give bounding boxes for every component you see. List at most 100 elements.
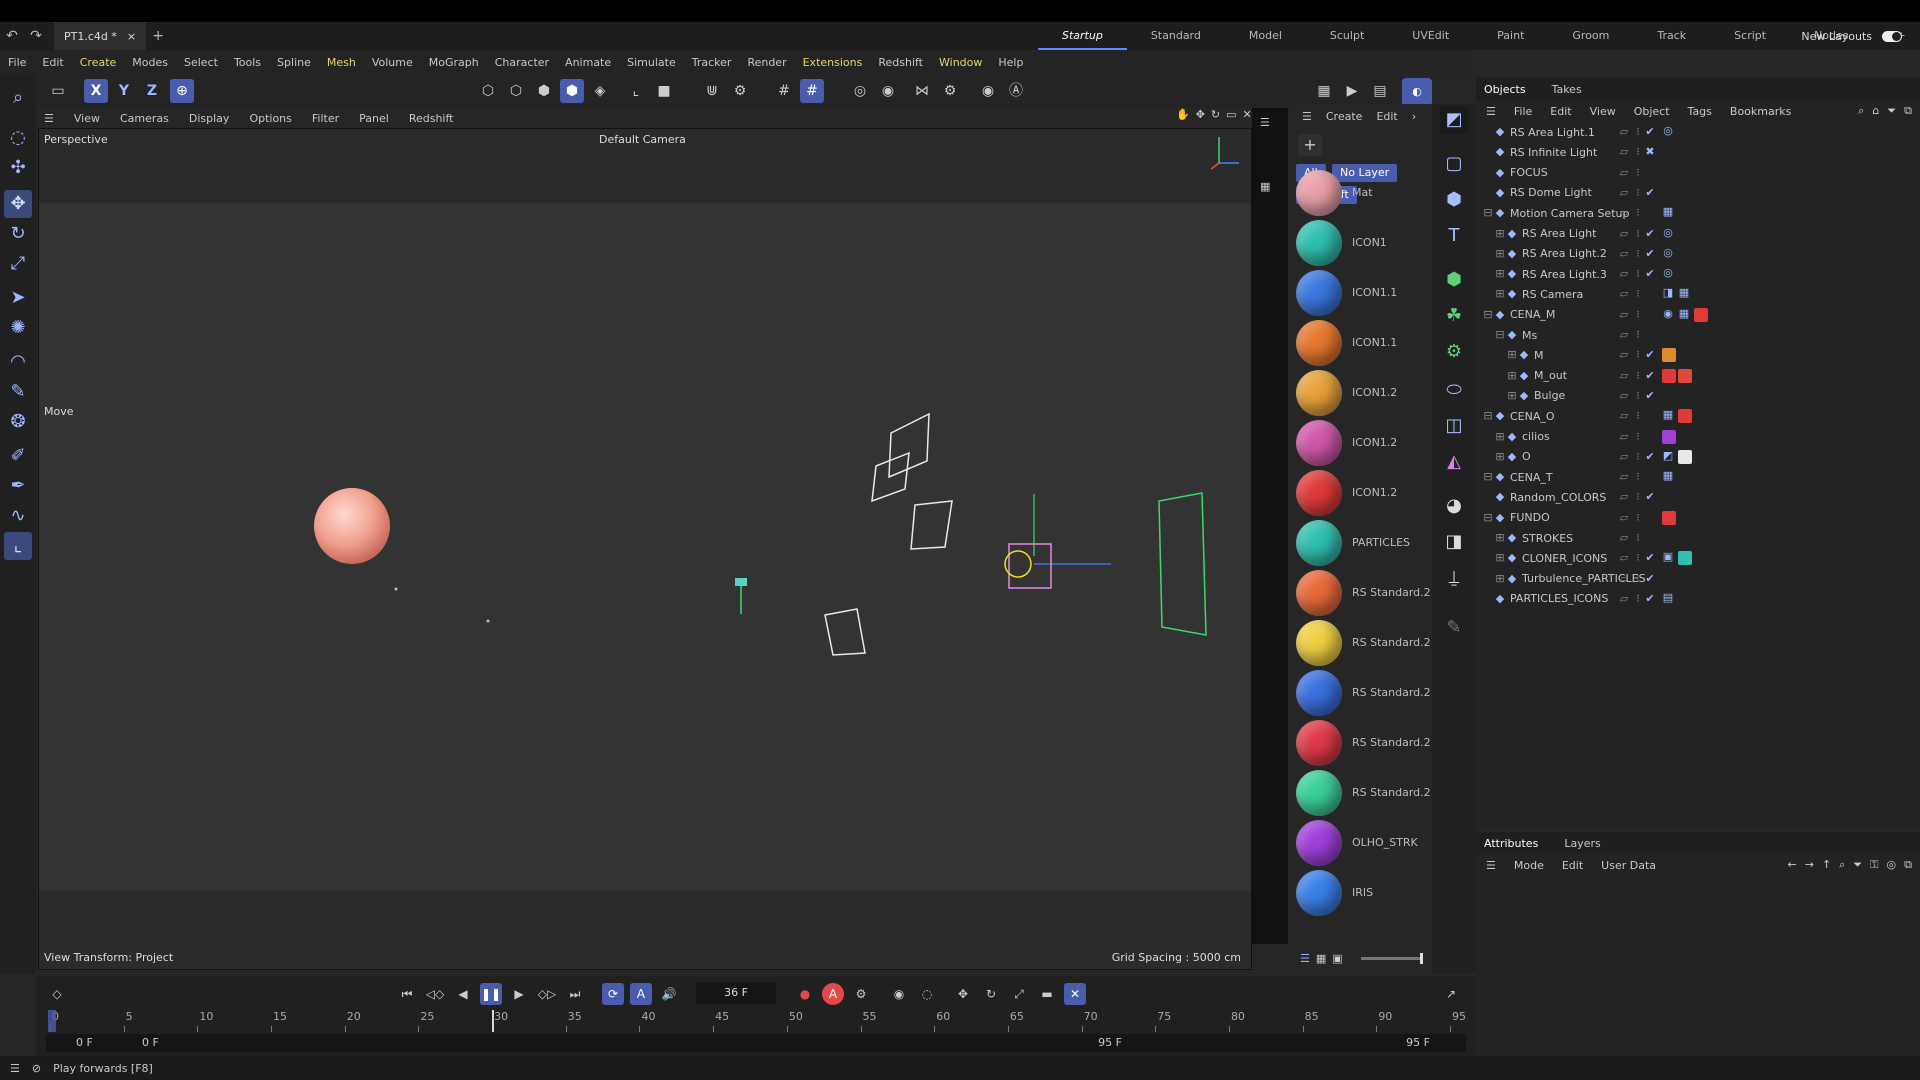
maximize-view-icon[interactable]: ▭ [1226, 108, 1236, 121]
snap-tool-icon[interactable]: ✺ [4, 314, 32, 342]
autokey-record-icon[interactable]: A [822, 983, 844, 1005]
frame-range-bar[interactable]: 0 F 0 F 95 F 95 F [46, 1034, 1466, 1052]
expand-icon[interactable]: ⊞ [1494, 268, 1506, 280]
objects-menu-icon[interactable]: ☰ [1486, 105, 1496, 118]
layer-icon[interactable]: ▱ [1618, 369, 1630, 382]
layout-tab-startup[interactable]: Startup [1038, 22, 1127, 50]
enabled-check-icon[interactable]: ✔ [1644, 126, 1656, 138]
object-row[interactable]: ◆ Random_COLORS ▱ ⁝ ✔ [1476, 487, 1920, 507]
parameter-key-icon[interactable]: ▬ [1036, 983, 1058, 1005]
layer-icon[interactable]: ▱ [1618, 207, 1630, 219]
new-tab-icon[interactable]: + [146, 28, 170, 44]
menu-volume[interactable]: Volume [372, 56, 413, 69]
rotation-key-icon[interactable]: ↻ [980, 983, 1002, 1005]
expand-icon[interactable] [1482, 167, 1494, 179]
pen-tool-icon[interactable]: ✒ [4, 472, 32, 500]
object-row[interactable]: ⊞ ◆ M ▱ ⁝ ✔ [1476, 345, 1920, 365]
material-menu-icon[interactable]: ☰ [1260, 116, 1270, 129]
enabled-check-icon[interactable]: ✔ [1644, 592, 1656, 605]
spline-tool-icon[interactable]: ∿ [4, 502, 32, 530]
object-row[interactable]: ⊞ ◆ Bulge ▱ ⁝ ✔ [1476, 386, 1920, 406]
rotate-tool-icon[interactable]: ↻ [4, 220, 32, 248]
menu-character[interactable]: Character [495, 56, 549, 69]
viewport-menu-filter[interactable]: Filter [312, 112, 339, 125]
material-menu-create[interactable]: Create [1326, 110, 1363, 123]
search-icon[interactable]: ⌕ [4, 84, 32, 112]
polygons-mode-icon[interactable]: ⬢ [532, 79, 556, 103]
expand-icon[interactable]: ⊞ [1506, 349, 1518, 361]
redshift-render-view-icon[interactable]: ◐ [1402, 78, 1432, 106]
search-icon[interactable]: ⌕ [1839, 858, 1845, 872]
object-tag-icon[interactable]: ◩ [1662, 449, 1674, 462]
viewport-menu-redshift[interactable]: Redshift [409, 112, 454, 125]
object-tag-icon[interactable]: ◉ [1662, 307, 1674, 320]
visibility-dots-icon[interactable]: ⁝ [1632, 471, 1644, 483]
keyframe-settings-icon[interactable]: ⚙ [850, 983, 872, 1005]
visibility-dots-icon[interactable]: ⁝ [1632, 532, 1644, 544]
object-row[interactable]: ◆ RS Dome Light ▱ ⁝ ✔ [1476, 183, 1920, 203]
menu-redshift[interactable]: Redshift [878, 56, 923, 69]
expand-icon[interactable]: ⊞ [1506, 389, 1518, 402]
layer-icon[interactable]: ▱ [1618, 329, 1630, 341]
current-frame-field[interactable]: 36 F [696, 982, 776, 1004]
visibility-dots-icon[interactable]: ⁝ [1632, 126, 1644, 138]
preview-start-field[interactable]: 0 F [142, 1036, 159, 1049]
sound-icon[interactable]: 🔊 [658, 983, 680, 1005]
material-item[interactable]: Mat [1292, 168, 1432, 217]
scale-key-icon[interactable]: ⤢ [1008, 983, 1030, 1005]
visibility-dots-icon[interactable]: ⁝ [1632, 288, 1644, 300]
object-row[interactable]: ⊞ ◆ RS Camera ▱ ⁝ ◨ ▦ [1476, 284, 1920, 304]
weight-tool-icon[interactable]: ❂ [4, 408, 32, 436]
object-row[interactable]: ⊞ ◆ CLONER_ICONS ▱ ⁝ ✔ ▣ [1476, 548, 1920, 568]
frame-ruler[interactable]: 05101520253035404550556065707580859095 [46, 1010, 1466, 1032]
preview-range-icon[interactable]: Ａ [630, 983, 652, 1005]
objects-menu-file[interactable]: File [1514, 105, 1532, 118]
object-row[interactable]: ◆ RS Area Light.1 ▱ ⁝ ✔ ◎ [1476, 122, 1920, 142]
y-axis-button[interactable]: Y [112, 79, 136, 103]
render-settings-icon[interactable]: ◉ [876, 79, 900, 103]
tab-objects[interactable]: Objects [1484, 83, 1526, 96]
object-row[interactable]: ⊟ ◆ FUNDO ▱ ⁝ [1476, 508, 1920, 528]
layer-icon[interactable]: ▱ [1618, 389, 1630, 402]
scene-icon[interactable]: ◕ [1440, 492, 1468, 520]
light-icon[interactable]: ⍊ [1440, 564, 1468, 592]
object-tag-icon[interactable] [1678, 551, 1692, 566]
camera-gizmo[interactable] [735, 578, 747, 614]
go-to-start-icon[interactable]: ⏮ [396, 983, 418, 1005]
range-start-field[interactable]: 0 F [76, 1036, 93, 1049]
layer-icon[interactable]: ▱ [1618, 430, 1630, 443]
visibility-dots-icon[interactable]: ⁝ [1632, 186, 1644, 199]
objects-menu-tags[interactable]: Tags [1688, 105, 1712, 118]
search-icon[interactable]: ⌕ [1858, 104, 1864, 118]
visibility-dots-icon[interactable]: ⁝ [1632, 227, 1644, 240]
render-region-icon[interactable]: ◎ [848, 79, 872, 103]
object-tag-icon[interactable] [1662, 348, 1676, 363]
add-material-button[interactable]: + [1298, 134, 1322, 156]
menu-simulate[interactable]: Simulate [627, 56, 676, 69]
dolly-icon[interactable]: ✥ [1196, 108, 1205, 121]
visibility-dots-icon[interactable]: ⁝ [1632, 247, 1644, 260]
clapboard-icon[interactable]: ▦ [1260, 180, 1270, 193]
expand-icon[interactable] [1482, 146, 1494, 158]
previous-key-icon[interactable]: ◁◇ [424, 983, 446, 1005]
timeline-graph-icon[interactable]: ↗ [1440, 983, 1462, 1005]
status-menu-icon[interactable]: ☰ [10, 1062, 20, 1075]
coordinate-system-icon[interactable]: ⊕ [170, 79, 194, 103]
pen-disabled-icon[interactable]: ✎ [1440, 614, 1468, 642]
pan-icon[interactable]: ✋ [1176, 108, 1190, 121]
layout-tab-sculpt[interactable]: Sculpt [1306, 22, 1388, 50]
object-tag-icon[interactable]: ◎ [1662, 246, 1674, 259]
text-object-icon[interactable]: T [1440, 222, 1468, 250]
objects-menu-view[interactable]: View [1590, 105, 1616, 118]
menu-modes[interactable]: Modes [132, 56, 168, 69]
expand-icon[interactable] [1482, 491, 1494, 503]
deformer-icon[interactable]: ⬭ [1440, 376, 1468, 404]
attributes-menu-icon[interactable]: ☰ [1486, 859, 1496, 872]
menu-extensions[interactable]: Extensions [803, 56, 863, 69]
expand-icon[interactable]: ⊟ [1482, 308, 1494, 321]
visibility-dots-icon[interactable]: ⁝ [1632, 166, 1644, 179]
render-picture-viewer-icon[interactable]: ▶ [1340, 79, 1364, 103]
layer-icon[interactable]: ▱ [1618, 146, 1630, 158]
visibility-dots-icon[interactable]: ⁝ [1632, 552, 1644, 564]
expand-icon[interactable]: ⊞ [1494, 532, 1506, 544]
